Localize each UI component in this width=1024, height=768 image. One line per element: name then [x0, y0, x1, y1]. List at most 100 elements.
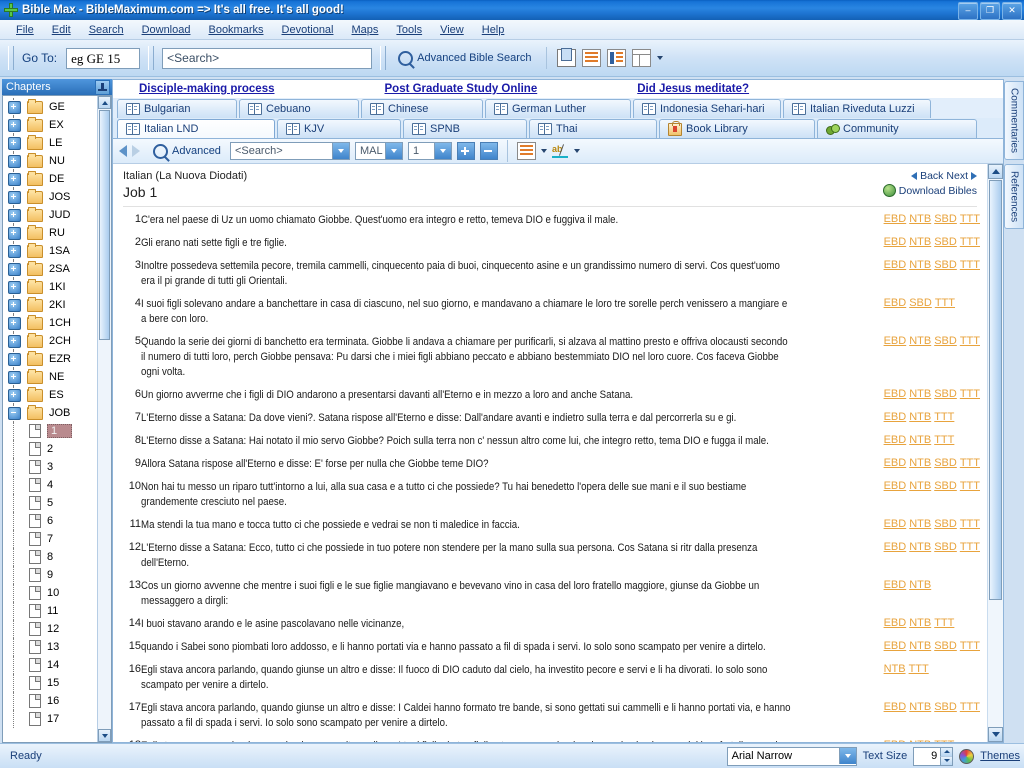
- reference-link-ntb[interactable]: NTB: [909, 518, 931, 530]
- reference-link-sbd[interactable]: SBD: [934, 640, 957, 652]
- content-scroll-thumb[interactable]: [989, 180, 1002, 600]
- expand-icon[interactable]: [8, 190, 21, 204]
- tree-chapter-2[interactable]: 2: [5, 440, 97, 458]
- expand-icon[interactable]: [8, 316, 21, 330]
- expand-icon[interactable]: [8, 370, 21, 384]
- reference-link-ttt[interactable]: TTT: [960, 457, 980, 469]
- reference-link-ebd[interactable]: EBD: [884, 739, 907, 742]
- minimize-button[interactable]: –: [958, 2, 978, 20]
- tree-book-2ki[interactable]: 2KI: [5, 296, 97, 314]
- reference-link-ntb[interactable]: NTB: [909, 335, 931, 347]
- reference-link-ttt[interactable]: TTT: [935, 297, 955, 309]
- reference-link-ttt[interactable]: TTT: [960, 518, 980, 530]
- scroll-thumb[interactable]: [99, 110, 110, 340]
- reference-link-sbd[interactable]: SBD: [934, 236, 957, 248]
- reference-link-ttt[interactable]: TTT: [960, 388, 980, 400]
- reference-link-ntb[interactable]: NTB: [909, 434, 931, 446]
- tree-book-2sa[interactable]: 2SA: [5, 260, 97, 278]
- themes-link[interactable]: Themes: [980, 750, 1020, 762]
- tree-book-nu[interactable]: NU: [5, 152, 97, 170]
- detail-view-icon[interactable]: [606, 49, 626, 67]
- advanced-bible-search-button[interactable]: Advanced Bible Search: [394, 49, 535, 68]
- reference-link-sbd[interactable]: SBD: [909, 297, 932, 309]
- reference-link-ttt[interactable]: TTT: [909, 663, 929, 675]
- verse-list-icon[interactable]: [516, 142, 536, 160]
- copy-icon[interactable]: [556, 48, 576, 67]
- tree-book-le[interactable]: LE: [5, 134, 97, 152]
- reference-link-sbd[interactable]: SBD: [934, 701, 957, 713]
- tree-chapter-5[interactable]: 5: [5, 494, 97, 512]
- sidebar-scrollbar[interactable]: [97, 96, 111, 742]
- reference-link-ntb[interactable]: NTB: [909, 411, 931, 423]
- tree-chapter-14[interactable]: 14: [5, 656, 97, 674]
- bible-tab-german-luther[interactable]: German Luther: [485, 99, 631, 118]
- tree-chapter-13[interactable]: 13: [5, 638, 97, 656]
- content-scrollbar[interactable]: [987, 164, 1003, 742]
- chevron-down-icon[interactable]: [838, 748, 856, 764]
- expand-icon[interactable]: [8, 208, 21, 222]
- expand-icon[interactable]: [8, 388, 21, 402]
- chevron-down-icon[interactable]: [433, 143, 451, 159]
- tree-book-1sa[interactable]: 1SA: [5, 242, 97, 260]
- toolbar-grip-2[interactable]: [148, 46, 155, 70]
- toolbar-grip-3[interactable]: [380, 46, 387, 70]
- bible-tab-thai[interactable]: Thai: [529, 119, 657, 138]
- tab-commentaries[interactable]: Commentaries: [1004, 81, 1024, 161]
- reference-link-ebd[interactable]: EBD: [884, 297, 907, 309]
- reference-link-ebd[interactable]: EBD: [884, 701, 907, 713]
- tree-book-ne[interactable]: NE: [5, 368, 97, 386]
- expand-icon[interactable]: [8, 352, 21, 366]
- bible-tab-italian-riveduta-luzzi[interactable]: Italian Riveduta Luzzi: [783, 99, 931, 118]
- pane-search-combo[interactable]: <Search>: [229, 142, 350, 160]
- search-input[interactable]: <Search>: [162, 47, 373, 69]
- back-arrow-icon[interactable]: [911, 172, 918, 180]
- menu-item-devotional[interactable]: Devotional: [274, 22, 342, 38]
- content-scroll-up-icon[interactable]: [988, 164, 1003, 179]
- reference-link-sbd[interactable]: SBD: [934, 541, 957, 553]
- expand-icon[interactable]: [8, 118, 21, 132]
- reference-link-ntb[interactable]: NTB: [909, 213, 931, 225]
- reference-link-ntb[interactable]: NTB: [909, 701, 931, 713]
- bible-tab-community[interactable]: Community: [817, 119, 977, 138]
- tree-chapter-6[interactable]: 6: [5, 512, 97, 530]
- reference-link-sbd[interactable]: SBD: [934, 480, 957, 492]
- reference-link-ebd[interactable]: EBD: [884, 640, 907, 652]
- bible-tab-indonesia-sehari-hari[interactable]: Indonesia Sehari-hari: [633, 99, 781, 118]
- split-view-icon[interactable]: [631, 49, 651, 67]
- reference-link-ebd[interactable]: EBD: [884, 579, 907, 591]
- tree-chapter-8[interactable]: 8: [5, 548, 97, 566]
- menu-item-bookmarks[interactable]: Bookmarks: [200, 22, 271, 38]
- nav-back-icon[interactable]: [119, 145, 127, 157]
- tree-chapter-11[interactable]: 11: [5, 602, 97, 620]
- tree-book-ru[interactable]: RU: [5, 224, 97, 242]
- expand-icon[interactable]: [8, 298, 21, 312]
- reference-link-ebd[interactable]: EBD: [884, 434, 907, 446]
- reference-link-ntb[interactable]: NTB: [909, 640, 931, 652]
- menu-item-help[interactable]: Help: [474, 22, 513, 38]
- reference-link-ebd[interactable]: EBD: [884, 617, 907, 629]
- tree-book-jud[interactable]: JUD: [5, 206, 97, 224]
- bible-tab-book-library[interactable]: Book Library: [659, 119, 815, 138]
- collapse-icon[interactable]: [8, 406, 21, 420]
- bible-tab-chinese[interactable]: Chinese: [361, 99, 483, 118]
- reference-link-ntb[interactable]: NTB: [884, 663, 906, 675]
- reference-link-ttt[interactable]: TTT: [960, 640, 980, 652]
- reference-link-ttt[interactable]: TTT: [960, 541, 980, 553]
- reference-link-ntb[interactable]: NTB: [909, 541, 931, 553]
- tree-chapter-9[interactable]: 9: [5, 566, 97, 584]
- reference-link-ntb[interactable]: NTB: [909, 480, 931, 492]
- tree-book-1ki[interactable]: 1KI: [5, 278, 97, 296]
- reference-link-ebd[interactable]: EBD: [884, 236, 907, 248]
- close-button[interactable]: ✕: [1002, 2, 1022, 20]
- nav-forward-icon[interactable]: [132, 145, 140, 157]
- text-size-up-icon[interactable]: [940, 747, 953, 757]
- reference-link-sbd[interactable]: SBD: [934, 518, 957, 530]
- tree-chapter-7[interactable]: 7: [5, 530, 97, 548]
- menu-item-edit[interactable]: Edit: [44, 22, 79, 38]
- text-size-down-icon[interactable]: [940, 756, 953, 765]
- reference-link-ebd[interactable]: EBD: [884, 335, 907, 347]
- reference-link-ebd[interactable]: EBD: [884, 259, 907, 271]
- bible-tab-cebuano[interactable]: Cebuano: [239, 99, 359, 118]
- reference-link-sbd[interactable]: SBD: [934, 457, 957, 469]
- tree-chapter-15[interactable]: 15: [5, 674, 97, 692]
